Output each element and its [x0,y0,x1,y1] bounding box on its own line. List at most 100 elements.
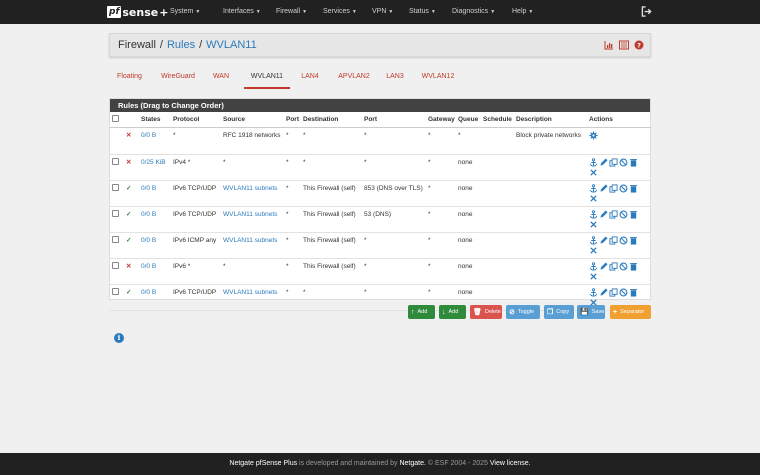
footer-license-link[interactable]: View license. [490,460,531,467]
copy-icon[interactable] [609,210,618,219]
delete-button[interactable]: 🗑 Delete [470,305,502,319]
nav-firewall[interactable]: Firewall ▼ [276,0,323,24]
remove-icon[interactable] [589,220,598,229]
remove-icon[interactable] [589,168,598,177]
delete-icon[interactable] [629,236,638,245]
row-checkbox[interactable] [112,158,119,165]
disable-icon[interactable] [619,236,628,245]
anchor-icon[interactable] [589,184,598,193]
remove-icon[interactable] [589,194,598,203]
logout-icon[interactable] [641,6,652,17]
edit-icon[interactable] [599,262,608,271]
remove-icon[interactable] [589,246,598,255]
delete-icon[interactable] [629,184,638,193]
edit-icon[interactable] [599,184,608,193]
delete-icon[interactable] [629,262,638,271]
breadcrumb-rules[interactable]: Rules [167,39,195,51]
table-row[interactable]: ✕ 0/0 B IPv6 * * * This Firewall (self) * * none [110,258,651,285]
source-cell[interactable]: WVLAN11 subnets [223,289,277,296]
tab-wan[interactable]: WAN [206,67,236,89]
log-list-icon[interactable] [619,40,629,50]
source-cell[interactable]: WVLAN11 subnets [223,237,277,244]
tab-wvlan12[interactable]: WVLAN12 [412,67,464,89]
disable-icon[interactable] [619,158,628,167]
tab-floating[interactable]: Floating [109,67,150,89]
states-link[interactable]: 0/0 B [141,289,156,296]
src-port-cell: * [284,206,301,233]
edit-icon[interactable] [599,288,608,297]
row-checkbox[interactable] [112,210,119,217]
separator-button[interactable]: + Separator [610,305,651,319]
schedule-cell [481,258,514,285]
anchor-icon[interactable] [589,262,598,271]
add-top-button[interactable]: ↑ Add [408,305,435,319]
description-cell: Block private networks [514,127,587,155]
nav-interfaces[interactable]: Interfaces ▼ [223,0,276,24]
gear-icon[interactable] [589,131,598,140]
tab-lan3[interactable]: LAN3 [378,67,412,89]
nav-vpn[interactable]: VPN ▼ [372,0,409,24]
chart-icon[interactable] [604,40,614,50]
remove-icon[interactable] [589,272,598,281]
states-link[interactable]: 0/0 B [141,237,156,244]
delete-icon[interactable] [629,158,638,167]
button-label: Copy [556,309,570,315]
tab-wvlan11[interactable]: WVLAN11 [244,67,290,89]
copy-icon[interactable] [609,184,618,193]
copy-icon[interactable] [609,236,618,245]
nav-status[interactable]: Status ▼ [409,0,452,24]
edit-icon[interactable] [599,236,608,245]
table-row[interactable]: ✓ 0/0 B IPv6 TCP/UDP WVLAN11 subnets * This F… [110,180,651,207]
tab-lan4[interactable]: LAN4 [290,67,330,89]
states-link[interactable]: 0/0 B [141,211,156,218]
states-link[interactable]: 0/0 B [141,132,156,139]
edit-icon[interactable] [599,210,608,219]
info-icon[interactable]: i [114,333,124,343]
nav-system[interactable]: System ▼ [170,0,223,24]
states-link[interactable]: 0/0 B [141,185,156,192]
toggle-button[interactable]: ⊘ Toggle [506,305,540,319]
states-link[interactable]: 0/25 KiB [141,159,166,166]
copy-icon[interactable] [609,262,618,271]
anchor-icon[interactable] [589,210,598,219]
row-checkbox[interactable] [112,236,119,243]
breadcrumb-wvlan11[interactable]: WVLAN11 [206,39,257,51]
footer-netgate-link[interactable]: Netgate. [399,460,425,467]
anchor-icon[interactable] [589,158,598,167]
disable-icon[interactable] [619,210,628,219]
source-cell[interactable]: WVLAN11 subnets [223,185,277,192]
copy-icon[interactable] [609,288,618,297]
save-button[interactable]: 💾 Save [577,305,605,319]
disable-icon[interactable] [619,262,628,271]
copy-button[interactable]: ❐ Copy [544,305,574,319]
anchor-icon[interactable] [589,288,598,297]
table-row[interactable]: ✕ 0/0 B * RFC 1918 networks * * * * * Block priva… [110,127,651,155]
anchor-icon[interactable] [589,236,598,245]
pfsense-logo[interactable]: pf sense + [107,4,168,20]
table-row[interactable]: ✓ 0/0 B IPv6 TCP/UDP WVLAN11 subnets * This F… [110,206,651,233]
nav-diagnostics[interactable]: Diagnostics ▼ [452,0,512,24]
tab-wireguard[interactable]: WireGuard [150,67,206,89]
row-checkbox[interactable] [112,288,119,295]
disable-icon[interactable] [619,288,628,297]
help-icon[interactable]: ? [634,40,644,50]
source-cell[interactable]: WVLAN11 subnets [223,211,277,218]
row-checkbox[interactable] [112,262,119,269]
delete-icon[interactable] [629,288,638,297]
add-bottom-button[interactable]: ↓ Add [439,305,466,319]
nav-services[interactable]: Services ▼ [323,0,372,24]
src-port-cell: * [284,180,301,207]
table-row[interactable]: ✓ 0/0 B IPv6 ICMP any WVLAN11 subnets * This … [110,232,651,259]
disable-icon[interactable] [619,184,628,193]
tab-apvlan2[interactable]: APVLAN2 [330,67,378,89]
row-checkbox[interactable] [112,184,119,191]
nav-help[interactable]: Help ▼ [512,0,552,24]
select-all-checkbox[interactable] [110,112,124,128]
breadcrumb-firewall: Firewall [118,39,156,51]
states-link[interactable]: 0/0 B [141,263,156,270]
source-cell: * [223,263,226,270]
delete-icon[interactable] [629,210,638,219]
edit-icon[interactable] [599,158,608,167]
table-row[interactable]: ✕ 0/25 KiB IPv4 * * * * * * none [110,154,651,181]
copy-icon[interactable] [609,158,618,167]
